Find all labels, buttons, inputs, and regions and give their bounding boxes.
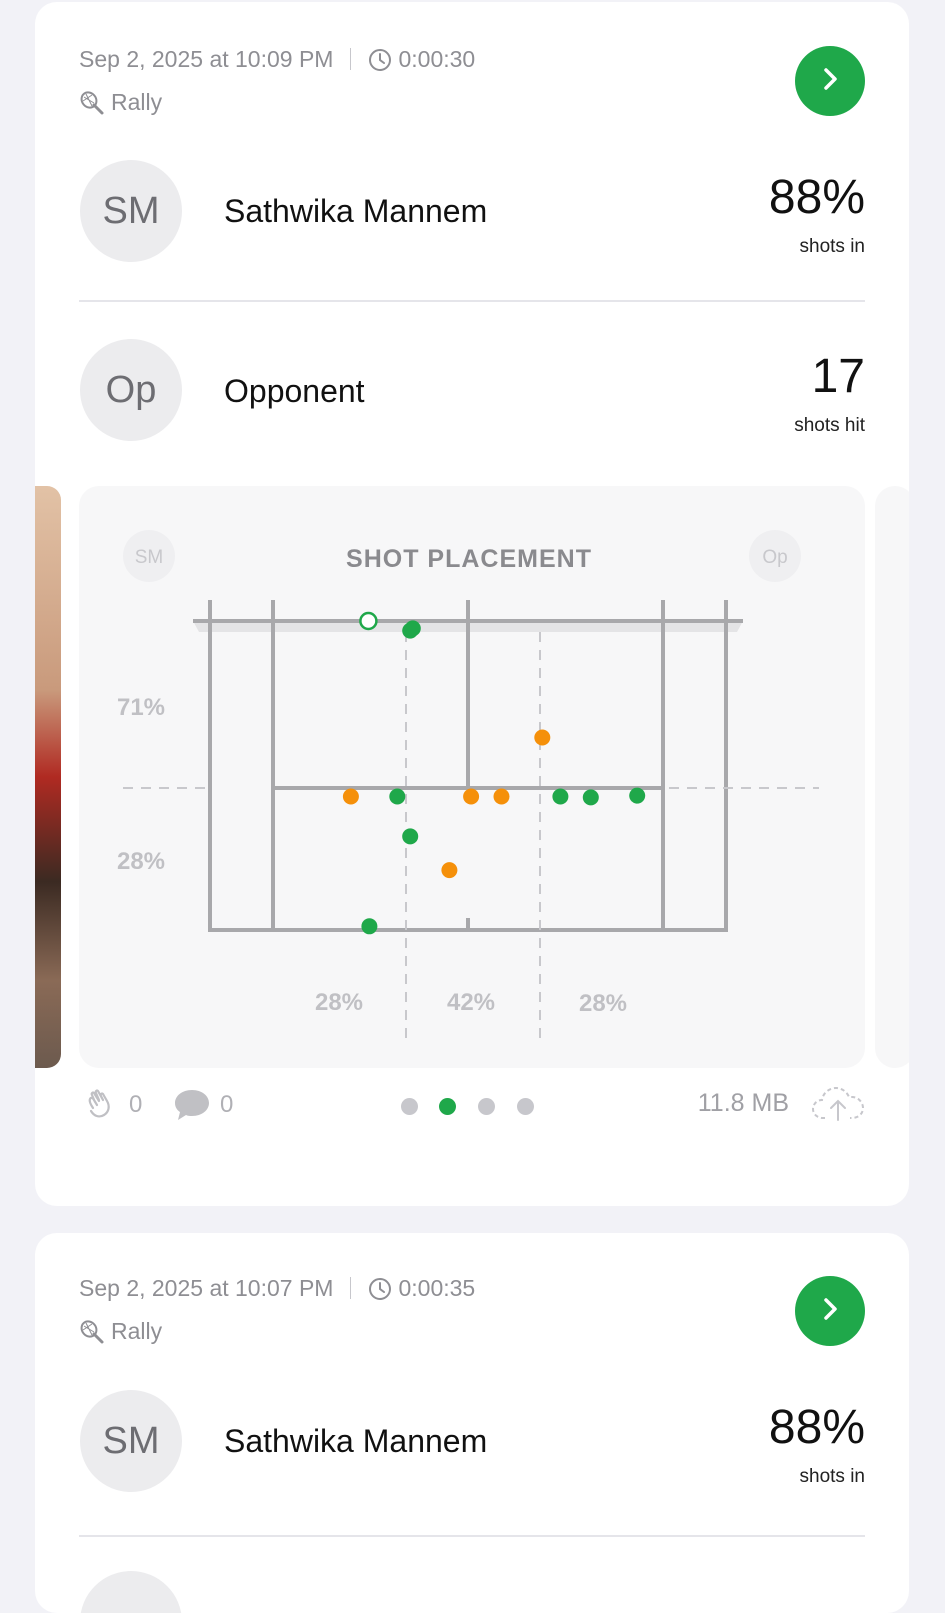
width-label-right: 28% bbox=[579, 990, 627, 1017]
shot-point-8 bbox=[493, 788, 510, 805]
right-badge-text: Op bbox=[762, 547, 787, 568]
likes-count: 0 bbox=[129, 1091, 143, 1118]
next-slide-preview[interactable] bbox=[875, 486, 909, 1068]
player-avatar[interactable]: SM bbox=[80, 1390, 182, 1492]
session-meta: Sep 2, 2025 at 10:07 PM 0:00:35 bbox=[79, 1275, 475, 1307]
player-name[interactable]: Sathwika Mannem bbox=[224, 1423, 487, 1460]
chevron-right-icon bbox=[815, 64, 845, 99]
shots-hit-label: shots hit bbox=[794, 415, 865, 436]
comments-count: 0 bbox=[220, 1091, 234, 1118]
racket-icon bbox=[79, 90, 105, 122]
shot-point-12 bbox=[402, 828, 419, 845]
clap-icon[interactable] bbox=[85, 1088, 119, 1129]
chart-title: SHOT PLACEMENT bbox=[346, 545, 592, 573]
session-card[interactable]: Sep 2, 2025 at 10:07 PM 0:00:35 Rally SM … bbox=[35, 1233, 909, 1613]
player-name[interactable]: Sathwika Mannem bbox=[224, 193, 487, 230]
divider bbox=[79, 300, 865, 302]
session-type: Rally bbox=[79, 1318, 162, 1351]
shots-hit-value: 17 bbox=[811, 350, 865, 403]
depth-labels: 71% 28% bbox=[117, 694, 165, 875]
width-label-center: 42% bbox=[447, 989, 495, 1016]
left-badge-text: SM bbox=[135, 547, 164, 568]
session-duration: 0:00:35 bbox=[398, 1275, 476, 1301]
shot-points bbox=[342, 611, 646, 935]
shot-point-1 bbox=[359, 611, 378, 631]
player-stat: 88% shots in bbox=[769, 1404, 865, 1488]
session-type-label: Rally bbox=[111, 89, 163, 115]
previous-slide-preview[interactable] bbox=[35, 486, 61, 1068]
shots-in-value: 88% bbox=[768, 1401, 865, 1454]
shots-in-value: 88% bbox=[768, 171, 865, 224]
card-footer: 0 0 11.8 MB bbox=[79, 1082, 865, 1128]
shot-placement-chart[interactable]: SM Op SHOT PLACEMENT 71% 28% 28% 42% 28% bbox=[79, 486, 865, 1068]
clock-icon bbox=[368, 1277, 392, 1307]
cloud-upload-icon[interactable] bbox=[811, 1084, 865, 1129]
session-meta: Sep 2, 2025 at 10:09 PM 0:00:30 bbox=[79, 46, 475, 78]
shot-point-7 bbox=[463, 788, 480, 805]
opponent-name[interactable]: Opponent bbox=[224, 373, 365, 410]
racket-icon bbox=[79, 1319, 105, 1351]
open-session-button[interactable] bbox=[795, 1276, 865, 1346]
session-duration: 0:00:30 bbox=[398, 46, 476, 72]
clock-icon bbox=[368, 48, 392, 78]
opponent-avatar[interactable]: Op bbox=[80, 339, 182, 441]
width-label-left: 28% bbox=[315, 989, 363, 1016]
shot-point-4 bbox=[534, 729, 551, 746]
session-datetime: Sep 2, 2025 at 10:07 PM bbox=[79, 1275, 334, 1301]
session-type-label: Rally bbox=[111, 1318, 163, 1344]
shot-point-10 bbox=[582, 789, 599, 806]
page-dot[interactable] bbox=[517, 1098, 534, 1115]
shot-point-13 bbox=[441, 862, 458, 879]
opponent-avatar[interactable] bbox=[80, 1571, 182, 1613]
chart-header: SM Op SHOT PLACEMENT bbox=[123, 530, 801, 582]
open-session-button[interactable] bbox=[795, 46, 865, 116]
opponent-stat: 17 shots hit bbox=[794, 353, 865, 437]
comment-icon[interactable] bbox=[173, 1087, 211, 1128]
session-type: Rally bbox=[79, 89, 162, 122]
shot-point-11 bbox=[629, 787, 646, 804]
session-card[interactable]: Sep 2, 2025 at 10:09 PM 0:00:30 Rally SM … bbox=[35, 2, 909, 1206]
divider bbox=[79, 1535, 865, 1537]
court-lines bbox=[193, 600, 743, 932]
page-dot[interactable] bbox=[401, 1098, 418, 1115]
file-size: 11.8 MB bbox=[697, 1089, 789, 1117]
shot-point-9 bbox=[552, 788, 569, 805]
session-datetime: Sep 2, 2025 at 10:09 PM bbox=[79, 46, 334, 72]
meta-separator bbox=[350, 48, 352, 70]
page-dot[interactable] bbox=[478, 1098, 495, 1115]
shot-point-3 bbox=[402, 622, 419, 639]
shot-point-5 bbox=[342, 788, 359, 805]
width-labels: 28% 42% 28% bbox=[315, 989, 627, 1017]
zone-guides bbox=[123, 632, 819, 1041]
player-avatar[interactable]: SM bbox=[80, 160, 182, 262]
depth-label-short: 28% bbox=[117, 848, 165, 875]
depth-label-deep: 71% bbox=[117, 694, 165, 721]
shot-placement-svg: SM Op SHOT PLACEMENT 71% 28% 28% 42% 28% bbox=[117, 530, 819, 1041]
shots-in-label: shots in bbox=[799, 236, 865, 257]
chevron-right-icon bbox=[815, 1294, 845, 1329]
page-dot-active[interactable] bbox=[439, 1098, 456, 1115]
player-stat: 88% shots in bbox=[769, 174, 865, 258]
shot-point-6 bbox=[389, 788, 406, 805]
shots-in-label: shots in bbox=[799, 1466, 865, 1487]
shot-point-14 bbox=[361, 918, 378, 935]
meta-separator bbox=[350, 1277, 352, 1299]
